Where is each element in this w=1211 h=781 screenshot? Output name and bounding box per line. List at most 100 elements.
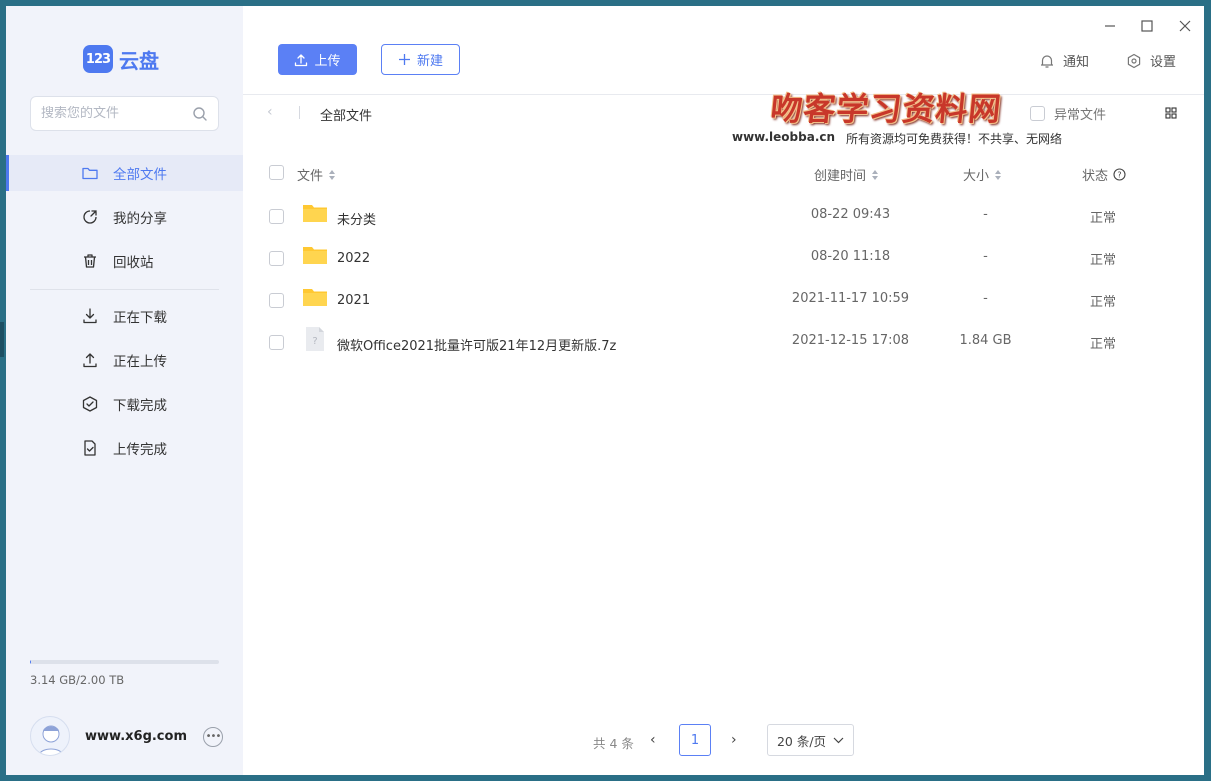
folder-icon xyxy=(303,205,327,222)
storage-usage-text: 3.14 GB/2.00 TB xyxy=(30,673,125,687)
table-row[interactable]: ? 微软Office2021批量许可版21年12月更新版.7z 2021-12-… xyxy=(243,327,1204,375)
table-row[interactable]: 2022 08-20 11:18 - 正常 xyxy=(243,247,1204,291)
app-window: 123 云盘 全部文件 我的分享 xyxy=(6,6,1204,775)
sidebar-item-my-share[interactable]: 我的分享 xyxy=(6,199,243,235)
sidebar-item-label: 上传完成 xyxy=(113,442,167,458)
next-page-icon[interactable]: › xyxy=(731,732,737,748)
column-header-time[interactable]: 创建时间 xyxy=(814,165,879,184)
table-row[interactable]: 2021 2021-11-17 10:59 - 正常 xyxy=(243,289,1204,333)
notifications-label: 通知 xyxy=(1063,55,1090,70)
file-name[interactable]: 未分类 xyxy=(337,209,376,228)
watermark-note: 所有资源均可免费获得！不共享、无网络 xyxy=(846,132,1063,146)
svg-text:?: ? xyxy=(1117,171,1121,180)
notifications-button[interactable]: 通知 xyxy=(1039,51,1089,70)
row-checkbox[interactable] xyxy=(269,293,284,308)
chevron-down-icon xyxy=(833,737,844,743)
svg-text:?: ? xyxy=(312,336,317,347)
folder-icon xyxy=(303,247,327,264)
file-name[interactable]: 微软Office2021批量许可版21年12月更新版.7z xyxy=(337,335,616,354)
close-icon[interactable] xyxy=(1171,12,1199,40)
settings-label: 设置 xyxy=(1150,55,1177,70)
table-row[interactable]: 未分类 08-22 09:43 - 正常 xyxy=(243,205,1204,249)
more-options-icon[interactable]: ••• xyxy=(203,727,223,747)
help-icon[interactable]: ? xyxy=(1113,168,1126,181)
file-size: - xyxy=(983,291,988,306)
created-time: 08-22 09:43 xyxy=(810,207,891,222)
pagination-total: 共 4 条 xyxy=(593,736,634,751)
trash-icon xyxy=(84,254,96,268)
sort-icon xyxy=(872,169,879,180)
upload-button[interactable]: 上传 xyxy=(278,44,357,75)
background-window-edge xyxy=(0,322,4,357)
created-time: 08-20 11:18 xyxy=(810,249,891,264)
file-name[interactable]: 2021 xyxy=(337,293,370,308)
row-checkbox[interactable] xyxy=(269,335,284,350)
abnormal-files-label: 异常文件 xyxy=(1054,108,1107,123)
sidebar-item-download-done[interactable]: 下载完成 xyxy=(6,386,243,422)
download-icon xyxy=(83,308,97,324)
created-time: 2021-11-17 10:59 xyxy=(791,291,910,306)
share-icon xyxy=(83,210,97,224)
sidebar-item-label: 全部文件 xyxy=(113,167,167,183)
column-header-name[interactable]: 文件 xyxy=(297,165,336,184)
back-arrow-icon[interactable]: ‹ xyxy=(267,104,273,120)
grid-view-icon[interactable] xyxy=(1165,107,1177,119)
sidebar-item-downloading[interactable]: 正在下载 xyxy=(6,298,243,334)
sidebar-item-label: 正在下载 xyxy=(113,310,167,326)
logo: 123 云盘 xyxy=(83,44,159,74)
file-name[interactable]: 2022 xyxy=(337,251,370,266)
sidebar-item-upload-done[interactable]: 上传完成 xyxy=(6,430,243,466)
sidebar-item-recycle-bin[interactable]: 回收站 xyxy=(6,243,243,279)
maximize-icon[interactable] xyxy=(1133,12,1161,40)
plus-icon xyxy=(398,54,410,65)
minimize-icon[interactable] xyxy=(1096,12,1124,40)
column-header-size[interactable]: 大小 xyxy=(963,165,1002,184)
logo-badge: 123 xyxy=(83,45,113,73)
breadcrumb: 全部文件 xyxy=(320,109,373,124)
gear-icon xyxy=(1127,53,1141,68)
bell-icon xyxy=(1041,54,1053,68)
sidebar-item-uploading[interactable]: 正在上传 xyxy=(6,342,243,378)
storage-progress-bar xyxy=(30,660,219,664)
sidebar-item-all-files[interactable]: 全部文件 xyxy=(6,155,243,191)
new-button-label: 新建 xyxy=(416,54,443,69)
file-check-icon xyxy=(84,440,96,456)
sidebar-item-label: 我的分享 xyxy=(113,211,167,227)
sort-icon xyxy=(995,169,1002,180)
breadcrumb-separator xyxy=(299,106,300,119)
file-status: 正常 xyxy=(1089,253,1116,268)
search-icon[interactable] xyxy=(192,106,208,122)
logo-text: 云盘 xyxy=(119,48,159,73)
upload-button-label: 上传 xyxy=(314,54,341,69)
column-header-label: 大小 xyxy=(963,169,990,184)
check-circle-icon xyxy=(82,396,98,412)
header-divider xyxy=(243,94,1204,95)
file-status: 正常 xyxy=(1089,211,1116,226)
upload-icon xyxy=(295,53,308,66)
sidebar-item-label: 正在上传 xyxy=(113,354,167,370)
sidebar-item-label: 下载完成 xyxy=(113,398,167,414)
pagination-current-page[interactable]: 1 xyxy=(679,724,711,756)
created-time: 2021-12-15 17:08 xyxy=(791,333,910,348)
file-status: 正常 xyxy=(1089,337,1116,352)
page-size-select[interactable]: 20 条/页 xyxy=(767,724,854,756)
file-size: - xyxy=(983,249,988,264)
folder-icon xyxy=(82,167,98,180)
settings-button[interactable]: 设置 xyxy=(1126,51,1176,70)
page-size-value: 20 条/页 xyxy=(776,733,827,749)
new-button[interactable]: 新建 xyxy=(381,44,460,75)
avatar[interactable] xyxy=(30,716,70,756)
select-all-checkbox[interactable] xyxy=(269,165,284,180)
file-size: 1.84 GB xyxy=(959,333,1012,348)
search-input[interactable] xyxy=(41,106,192,121)
column-header-label: 状态 xyxy=(1082,169,1109,184)
row-checkbox[interactable] xyxy=(269,209,284,224)
file-size: - xyxy=(983,207,988,222)
sort-icon xyxy=(329,169,336,180)
search-box[interactable] xyxy=(30,96,219,131)
main-panel: 上传 新建 通知 设置 ‹ 全部文件 异常文件 吻客学习资料网 www.leob… xyxy=(243,6,1204,775)
folder-icon xyxy=(303,289,327,306)
prev-page-icon[interactable]: ‹ xyxy=(650,732,656,748)
row-checkbox[interactable] xyxy=(269,251,284,266)
column-header-status: 状态 ? xyxy=(1082,165,1126,184)
